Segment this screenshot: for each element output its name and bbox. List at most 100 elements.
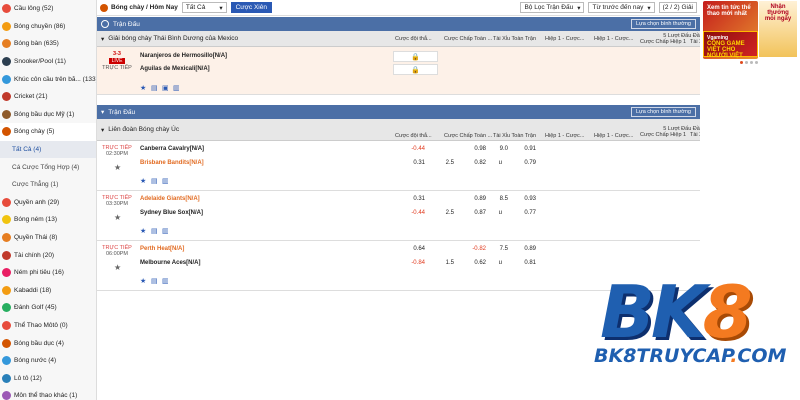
sidebar-item[interactable]: Bóng bầu dục (4) (0, 334, 96, 352)
vgaming-ad-banner[interactable]: Vgaming CỔNG GAME VIỆT CHO NGƯỜI VIỆT (703, 31, 758, 59)
home-handicap-odds[interactable]: -0.82 (466, 246, 486, 252)
sidebar-item[interactable]: Tài chính (20) (0, 246, 96, 264)
sidebar-item[interactable]: Cầu lông (52) (0, 0, 96, 18)
sidebar-item-label: Tài chính (20) (14, 251, 55, 259)
sport-icon (2, 92, 11, 102)
star-icon[interactable]: ★ (140, 278, 147, 285)
sidebar-item[interactable]: Quyền Thái (8) (0, 229, 96, 247)
sidebar-item[interactable]: Bóng bàn (635) (0, 35, 96, 53)
sidebar-item[interactable]: Khúc côn cầu trên bă... (133) (0, 70, 96, 88)
home-moneyline-odds[interactable]: 0.31 (400, 196, 425, 202)
match-score: 3-3 (113, 51, 121, 57)
sidebar-item[interactable]: Cricket (21) (0, 88, 96, 106)
sidebar-item[interactable]: Kabaddi (18) (0, 282, 96, 300)
home-team[interactable]: Perth Heat[N/A] (140, 246, 184, 252)
home-moneyline-odds[interactable]: -0.44 (400, 146, 425, 152)
stats-icon[interactable]: ▤ (151, 278, 158, 285)
away-handicap-odds[interactable]: 0.62 (466, 260, 486, 266)
column-headers-1: Cược đội thắ... Cược Chấp Toàn ... Tài X… (395, 32, 725, 45)
collapse-icon[interactable]: ▾ (101, 126, 104, 134)
sidebar-item[interactable]: Bóng bầu dục Mỹ (1) (0, 106, 96, 124)
filter-select[interactable]: Tất Cả ▾ (181, 2, 227, 13)
sport-icon (2, 39, 11, 49)
sidebar-item[interactable]: Bóng chày (5) (0, 123, 96, 141)
stats-icon[interactable]: ▤ (151, 85, 158, 92)
star-icon[interactable]: ★ (114, 263, 121, 272)
sidebar-item[interactable]: Quyền anh (29) (0, 194, 96, 212)
away-handicap-odds[interactable]: 0.82 (466, 160, 486, 166)
match-time: 06:00PM (105, 251, 128, 257)
home-handicap-odds[interactable]: 0.89 (466, 196, 486, 202)
match-row: TRỰC TIẾP 03:30PM ★ Adelaide Giants[N/A] Syd… (97, 191, 700, 241)
away-moneyline-odds[interactable]: 0.31 (400, 160, 425, 166)
home-team[interactable]: Canberra Cavalry[N/A] (140, 146, 204, 152)
match-status: TRỰC TIẾP 06:00PM (100, 245, 134, 257)
sidebar-item[interactable]: Cá Cược Tổng Hợp (4) (0, 158, 96, 176)
over-under-line: 8.5 (499, 196, 508, 202)
star-icon[interactable]: ★ (140, 85, 147, 92)
over-odds[interactable]: 0.91 (516, 146, 536, 152)
away-handicap-odds[interactable]: 0.87 (466, 210, 486, 216)
page-select[interactable]: (2 / 2) Giải (658, 2, 697, 13)
match-status: TRỰC TIẾP 02:30PM (100, 145, 134, 157)
tv-icon[interactable]: ▣ (162, 85, 169, 92)
sidebar-item[interactable]: Đánh Golf (45) (0, 299, 96, 317)
parlay-button[interactable]: Cược Xiên (230, 2, 272, 13)
view-option-select[interactable]: Lựa chọn bình thường (630, 107, 696, 117)
sidebar-item[interactable]: Cược Thẳng (1) (0, 176, 96, 194)
chart-icon[interactable]: ▥ (173, 85, 180, 92)
star-icon[interactable]: ★ (114, 213, 121, 222)
collapse-icon[interactable]: ▾ (101, 108, 104, 116)
league-row-2[interactable]: ▾ Liên đoàn Bóng chày Úc Cược đội thắ...… (97, 119, 725, 141)
chart-icon[interactable]: ▥ (162, 278, 169, 285)
away-moneyline-odds[interactable]: -0.84 (400, 260, 425, 266)
league-filter-select[interactable]: Bộ Lọc Trận Đấu ▾ (520, 2, 585, 13)
star-icon[interactable]: ★ (114, 163, 121, 172)
carousel-dot[interactable] (745, 61, 748, 64)
away-team[interactable]: Sydney Blue Sox[N/A] (140, 210, 203, 216)
sport-icon (2, 109, 11, 119)
sport-icon (2, 215, 11, 225)
under-odds[interactable]: 0.77 (516, 210, 536, 216)
section-header-2: ▾ Trận Đấu Lựa chọn bình thường (97, 105, 700, 119)
sport-icon (2, 233, 11, 243)
home-team[interactable]: Naranjeros de Hermosillo[N/A] (140, 53, 227, 59)
sidebar-item[interactable]: Bóng ném (13) (0, 211, 96, 229)
away-team[interactable]: Brisbane Bandits[N/A] (140, 160, 204, 166)
lock-icon: 🔒 (393, 51, 438, 62)
chart-icon[interactable]: ▥ (162, 178, 169, 185)
sidebar-item-label: Quyền anh (29) (14, 198, 60, 206)
under-odds[interactable]: 0.79 (516, 160, 536, 166)
sidebar-item[interactable]: Tất Cả (4) (0, 140, 96, 159)
league-row-1[interactable]: ▾ Giải bóng chày Thái Bình Dương của Mex… (97, 31, 725, 47)
chart-icon[interactable]: ▥ (162, 228, 169, 235)
over-odds[interactable]: 0.89 (516, 246, 536, 252)
sidebar-item[interactable]: Lô tô (12) (0, 369, 96, 387)
sidebar-item[interactable]: Bóng nước (4) (0, 352, 96, 370)
star-icon[interactable]: ★ (140, 228, 147, 235)
carousel-dot[interactable] (755, 61, 758, 64)
sort-select[interactable]: Từ trước đến nay ▾ (588, 2, 655, 13)
carousel-dot[interactable] (750, 61, 753, 64)
away-moneyline-odds[interactable]: -0.44 (400, 210, 425, 216)
daily-reward-ad-banner[interactable]: Nhận thưởng mỗi ngày (759, 1, 797, 57)
home-handicap-odds[interactable]: 0.98 (466, 146, 486, 152)
view-option-select[interactable]: Lựa chọn bình thường (630, 19, 696, 29)
sidebar-item[interactable]: Thể Thao Môtô (0) (0, 317, 96, 335)
away-team[interactable]: Aguilas de Mexicali[N/A] (140, 66, 210, 72)
sport-icon (2, 303, 11, 313)
star-icon[interactable]: ★ (140, 178, 147, 185)
under-odds[interactable]: 0.81 (516, 260, 536, 266)
away-team[interactable]: Melbourne Aces[N/A] (140, 260, 200, 266)
over-odds[interactable]: 0.93 (516, 196, 536, 202)
sidebar-item[interactable]: Snooker/Pool (11) (0, 53, 96, 71)
sidebar-item[interactable]: Môn thể thao khác (1) (0, 387, 96, 400)
carousel-dot[interactable] (740, 61, 743, 64)
home-moneyline-odds[interactable]: 0.64 (400, 246, 425, 252)
home-team[interactable]: Adelaide Giants[N/A] (140, 196, 200, 202)
sidebar-item[interactable]: Bóng chuyền (86) (0, 18, 96, 36)
collapse-icon[interactable]: ▾ (101, 35, 104, 43)
stats-icon[interactable]: ▤ (151, 178, 158, 185)
sidebar-item[interactable]: Ném phi tiêu (16) (0, 264, 96, 282)
stats-icon[interactable]: ▤ (151, 228, 158, 235)
